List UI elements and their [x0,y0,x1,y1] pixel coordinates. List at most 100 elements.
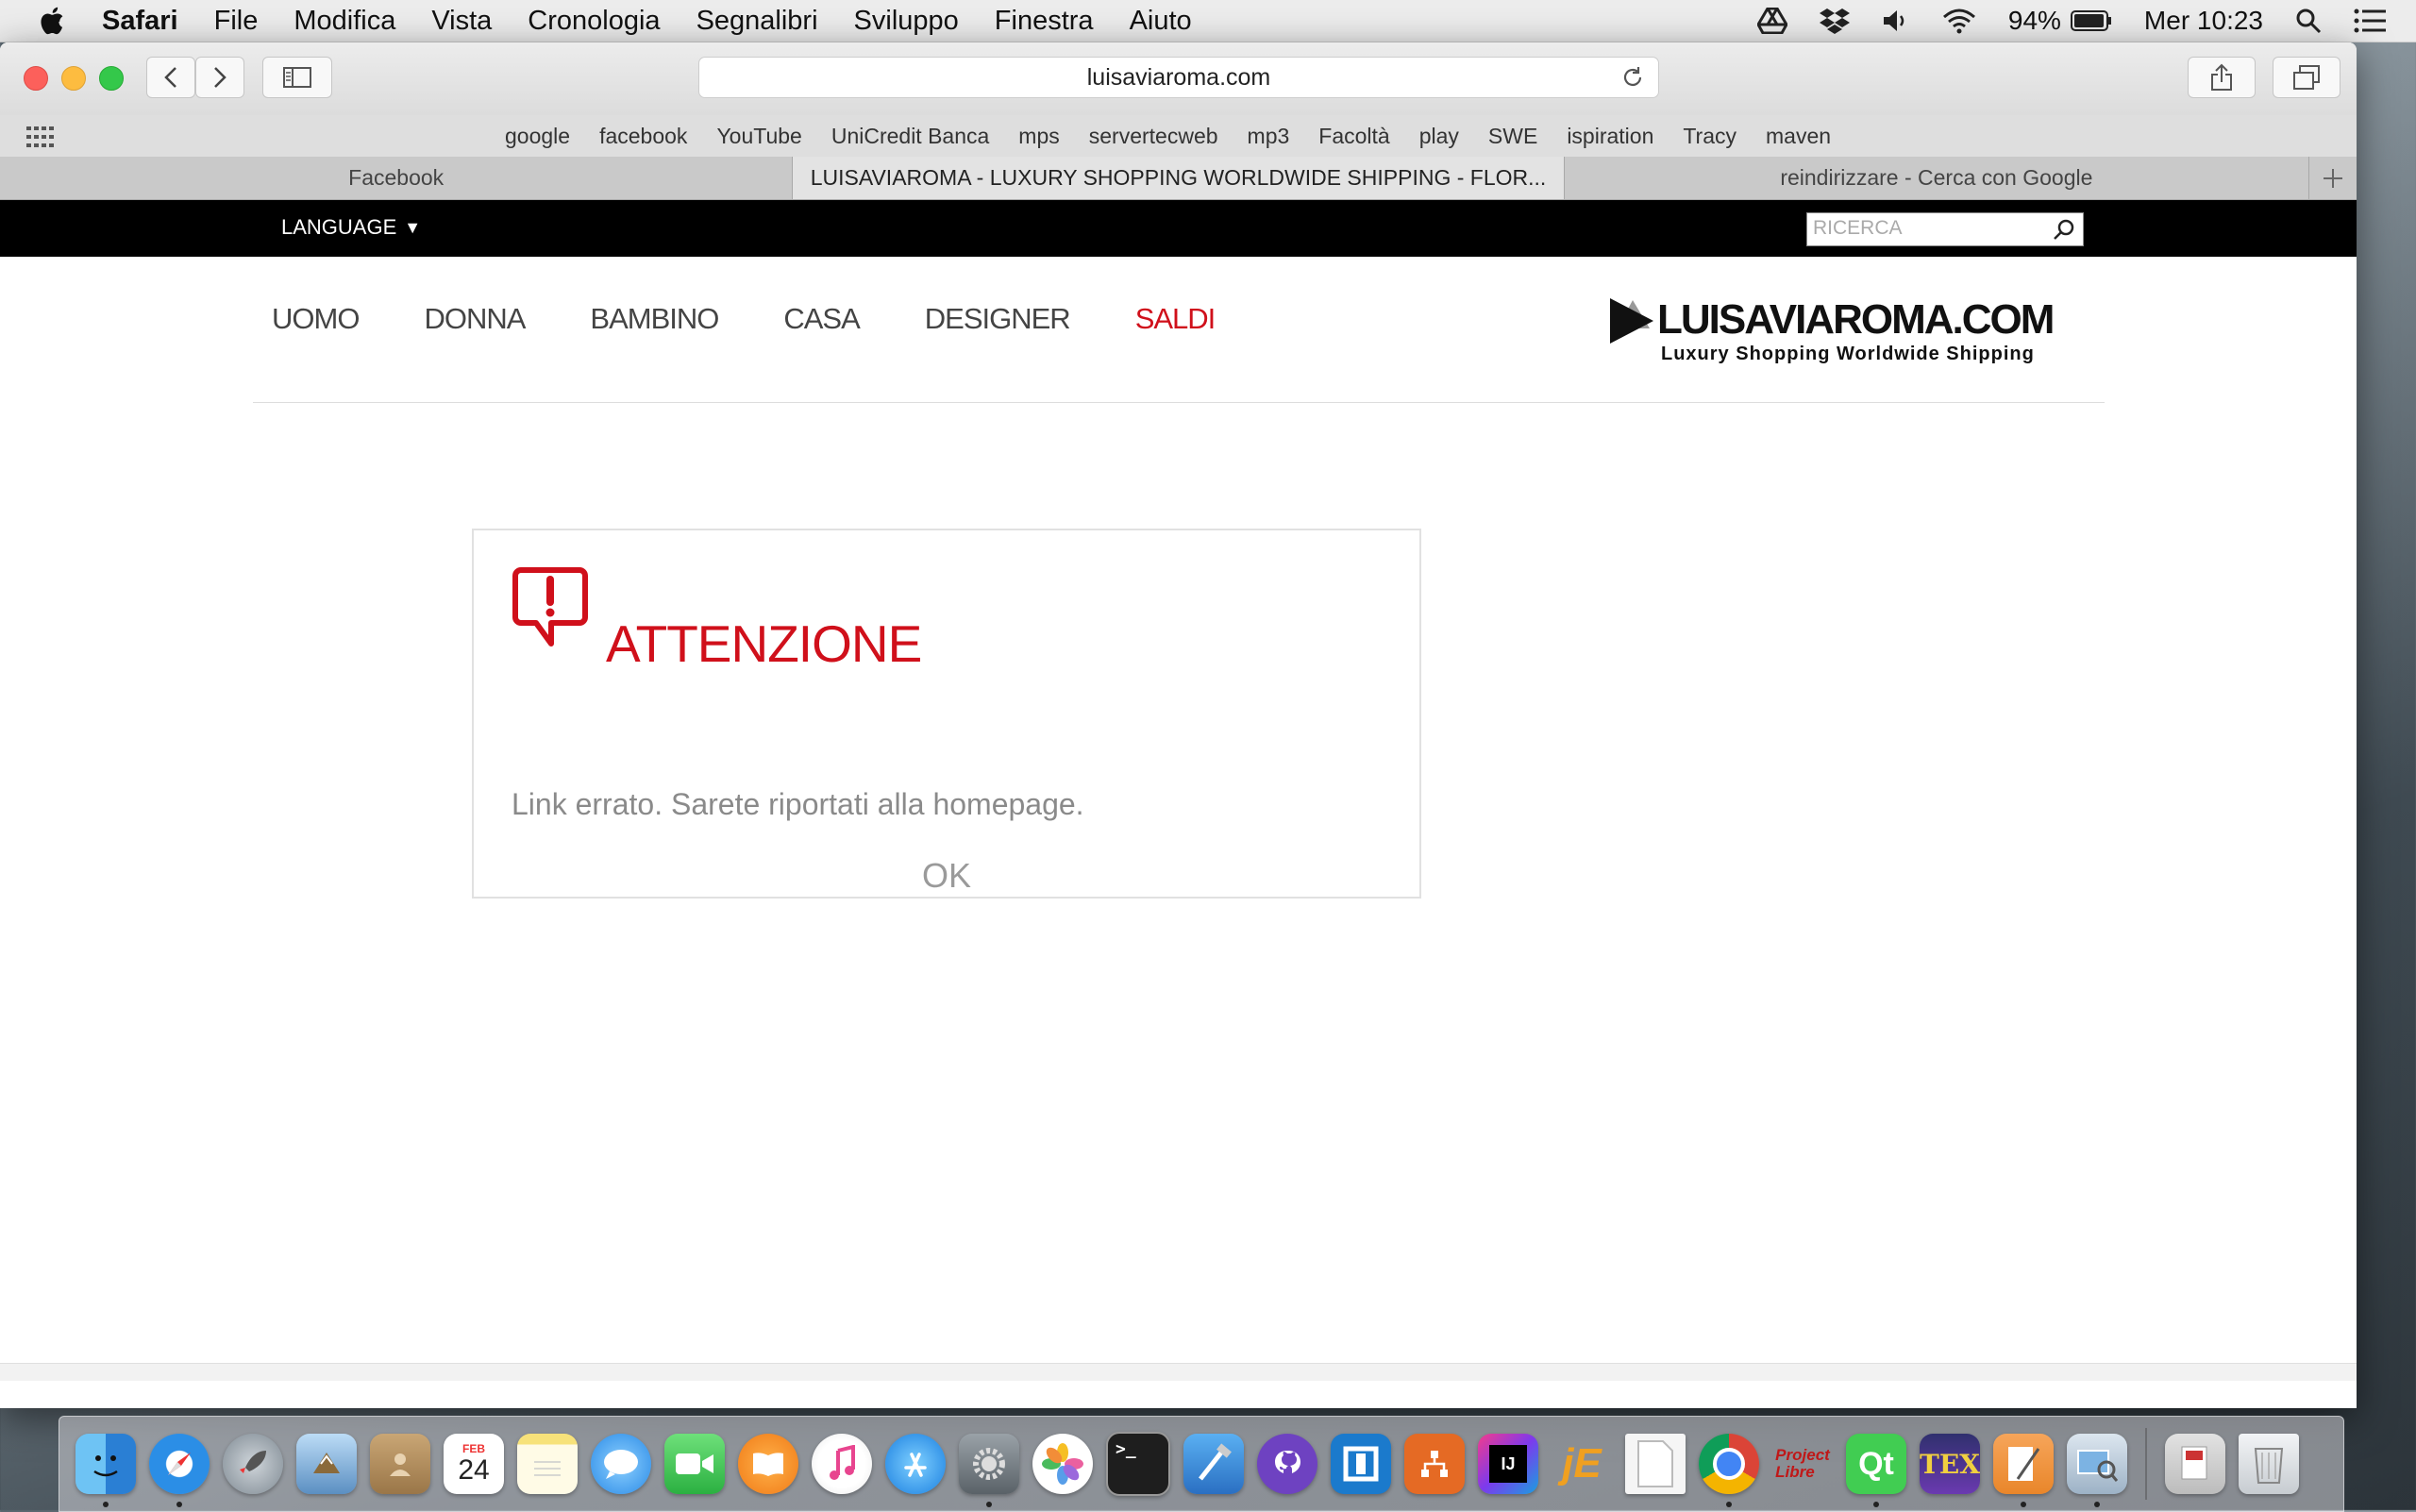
wifi-icon[interactable] [1942,8,1976,34]
dock-contacts[interactable] [370,1434,430,1494]
dock-notes[interactable] [517,1434,578,1494]
bookmark-tracy[interactable]: Tracy [1683,124,1736,149]
dock-messages[interactable] [591,1434,651,1494]
volume-icon[interactable] [1882,8,1910,34]
dialog-message: Link errato. Sarete riportati alla homep… [512,787,1084,821]
dock-safari[interactable] [149,1434,210,1507]
browser-toolbar: luisaviaroma.com [0,42,2357,115]
dock-qt-creator[interactable]: Qt [1846,1434,1906,1507]
battery-icon[interactable] [2070,10,2112,31]
chevron-right-icon [214,67,226,88]
search-icon[interactable] [2053,218,2075,241]
dock-finder[interactable] [76,1434,136,1507]
dock-texshop[interactable]: TEX [1920,1434,1980,1494]
reload-icon[interactable] [1620,65,1645,90]
mail-stamp-icon [313,1453,340,1473]
window-close-button[interactable] [24,66,48,91]
dock-sourcetree[interactable] [1404,1434,1465,1494]
dock-github-desktop[interactable] [1257,1434,1317,1494]
apple-menu-icon[interactable] [38,5,70,37]
branches-icon [1421,1451,1448,1477]
sidebar-toggle-button[interactable] [262,57,332,98]
menu-cronologia[interactable]: Cronologia [528,6,660,37]
dock-itunes[interactable] [812,1434,872,1494]
dock-app-store[interactable] [885,1434,946,1494]
bookmark-ispiration[interactable]: ispiration [1567,124,1653,149]
tab-luisaviaroma[interactable]: LUISAVIAROMA - LUXURY SHOPPING WORLDWIDE… [793,157,1565,199]
menu-vista[interactable]: Vista [431,6,492,37]
bookmark-youtube[interactable]: YouTube [716,124,801,149]
dock-chrome[interactable] [1699,1434,1759,1507]
dock-trash[interactable] [2239,1434,2299,1494]
address-bar[interactable]: luisaviaroma.com [698,57,1659,98]
bookmark-mps[interactable]: mps [1018,124,1059,149]
dock-system-preferences[interactable] [959,1434,1019,1507]
dock-xcode[interactable] [1183,1434,1244,1494]
clock[interactable]: Mer 10:23 [2144,6,2263,36]
bookmark-maven[interactable]: maven [1766,124,1831,149]
nav-designer[interactable]: DESIGNER [925,302,1071,336]
back-button[interactable] [146,57,195,98]
nav-bambino[interactable]: BAMBINO [590,302,719,336]
search-box [1806,212,2084,246]
share-button[interactable] [2188,57,2256,98]
dock-ibooks[interactable] [738,1434,798,1494]
dock-textedit[interactable] [1625,1434,1686,1494]
dock-facetime[interactable] [664,1434,725,1494]
ok-button[interactable]: OK [474,856,1419,896]
dock-pages[interactable] [1993,1434,2054,1507]
bookmark-play[interactable]: play [1419,124,1459,149]
show-all-tabs-button[interactable] [2273,57,2340,98]
bracket-square-icon [1343,1446,1379,1482]
stack-documents-icon [2181,1446,2207,1480]
nav-saldi[interactable]: SALDI [1135,302,1216,336]
dock-vscode[interactable] [1331,1434,1391,1494]
tab-facebook[interactable]: Facebook [0,157,794,199]
bookmark-swe[interactable]: SWE [1488,124,1537,149]
dock-mail[interactable] [296,1434,357,1494]
dock-calendar[interactable]: FEB 24 [444,1434,504,1494]
video-camera-icon [676,1453,713,1474]
google-drive-icon[interactable] [1756,8,1787,34]
dock-photos[interactable] [1032,1434,1093,1494]
nav-casa[interactable]: CASA [783,302,860,336]
bookmark-unicredit[interactable]: UniCredit Banca [831,124,989,149]
nav-donna[interactable]: DONNA [424,302,526,336]
menu-app-safari[interactable]: Safari [102,6,178,37]
dropbox-icon[interactable] [1819,8,1850,34]
forward-button[interactable] [195,57,244,98]
language-selector[interactable]: LANGUAGE ▼ [281,215,421,240]
open-book-icon [753,1453,783,1476]
dock-launchpad[interactable] [223,1434,283,1494]
new-tab-button[interactable] [2309,157,2357,199]
menu-aiuto[interactable]: Aiuto [1130,6,1192,37]
menu-finestra[interactable]: Finestra [995,6,1094,37]
dock-intellij[interactable]: IJ [1478,1434,1538,1494]
menu-file[interactable]: File [214,6,259,37]
menu-segnalibri[interactable]: Segnalibri [696,6,818,37]
dock-jedit[interactable]: jE [1552,1434,1612,1494]
bookmarks-bar: google facebook YouTube UniCredit Banca … [0,115,2357,158]
bookmark-google[interactable]: google [505,124,570,149]
menu-modifica[interactable]: Modifica [294,6,395,37]
bookmark-facolta[interactable]: Facoltà [1318,124,1389,149]
window-minimize-button[interactable] [61,66,86,91]
nav-uomo[interactable]: UOMO [272,302,360,336]
tab-reindirizzare[interactable]: reindirizzare - Cerca con Google [1565,157,2310,199]
menu-sviluppo[interactable]: Sviluppo [854,6,959,37]
window-fullscreen-button[interactable] [99,66,124,91]
spotlight-icon[interactable] [2295,8,2322,34]
top-sites-grid-icon[interactable] [26,126,55,147]
dock-downloads-stack[interactable] [2165,1434,2225,1494]
bookmark-mp3[interactable]: mp3 [1248,124,1290,149]
language-label: LANGUAGE [281,215,397,239]
dock-preview[interactable] [2067,1434,2127,1507]
notification-center-icon[interactable] [2354,8,2386,33]
bookmark-servertecweb[interactable]: servertecweb [1089,124,1218,149]
jedit-logo-icon: jE [1562,1440,1602,1487]
dock-terminal[interactable]: >_ [1106,1432,1170,1496]
bookmark-facebook[interactable]: facebook [599,124,687,149]
alert-speech-bubble-icon [512,567,588,647]
dock-projectlibre[interactable]: Project Libre [1772,1434,1833,1494]
search-input[interactable] [1807,213,2045,244]
